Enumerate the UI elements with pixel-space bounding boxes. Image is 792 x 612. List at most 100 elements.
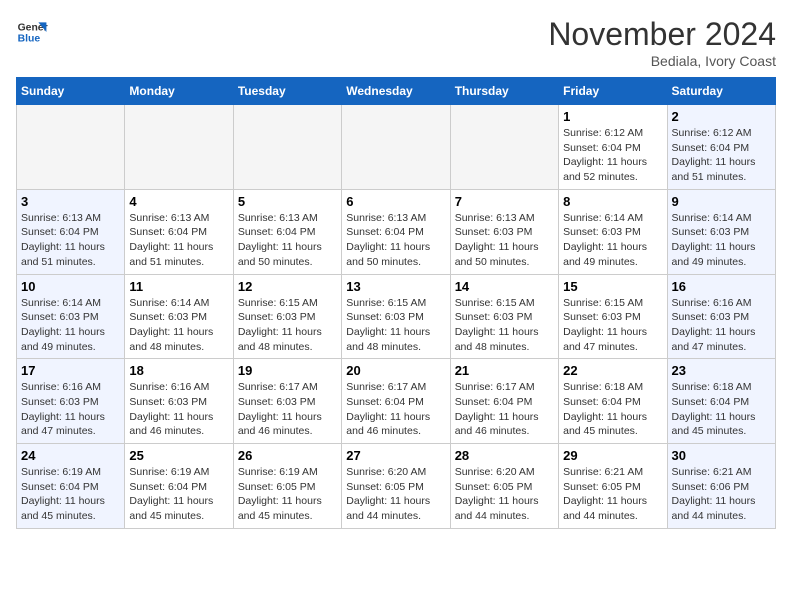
day-number: 20 <box>346 363 445 378</box>
calendar-cell: 25 Sunrise: 6:19 AMSunset: 6:04 PMDayligh… <box>125 444 233 529</box>
day-info: Sunrise: 6:16 AMSunset: 6:03 PMDaylight:… <box>21 380 120 439</box>
day-number: 7 <box>455 194 554 209</box>
calendar-cell <box>450 105 558 190</box>
day-number: 27 <box>346 448 445 463</box>
weekday-header-monday: Monday <box>125 78 233 105</box>
calendar-cell: 24 Sunrise: 6:19 AMSunset: 6:04 PMDayligh… <box>17 444 125 529</box>
day-info: Sunrise: 6:13 AMSunset: 6:04 PMDaylight:… <box>21 211 120 270</box>
day-number: 15 <box>563 279 662 294</box>
day-info: Sunrise: 6:21 AMSunset: 6:06 PMDaylight:… <box>672 465 771 524</box>
day-info: Sunrise: 6:13 AMSunset: 6:03 PMDaylight:… <box>455 211 554 270</box>
day-info: Sunrise: 6:20 AMSunset: 6:05 PMDaylight:… <box>455 465 554 524</box>
day-info: Sunrise: 6:17 AMSunset: 6:03 PMDaylight:… <box>238 380 337 439</box>
calendar-cell: 9 Sunrise: 6:14 AMSunset: 6:03 PMDaylight… <box>667 189 775 274</box>
calendar-week-4: 17 Sunrise: 6:16 AMSunset: 6:03 PMDayligh… <box>17 359 776 444</box>
day-info: Sunrise: 6:19 AMSunset: 6:04 PMDaylight:… <box>21 465 120 524</box>
day-info: Sunrise: 6:16 AMSunset: 6:03 PMDaylight:… <box>672 296 771 355</box>
calendar-cell: 7 Sunrise: 6:13 AMSunset: 6:03 PMDaylight… <box>450 189 558 274</box>
day-info: Sunrise: 6:18 AMSunset: 6:04 PMDaylight:… <box>563 380 662 439</box>
calendar-cell: 23 Sunrise: 6:18 AMSunset: 6:04 PMDayligh… <box>667 359 775 444</box>
day-info: Sunrise: 6:21 AMSunset: 6:05 PMDaylight:… <box>563 465 662 524</box>
calendar-cell: 27Sunrise: 6:20 AMSunset: 6:05 PMDayligh… <box>342 444 450 529</box>
calendar-cell: 5 Sunrise: 6:13 AMSunset: 6:04 PMDaylight… <box>233 189 341 274</box>
logo: General Blue <box>16 16 48 48</box>
calendar-cell: 10 Sunrise: 6:14 AMSunset: 6:03 PMDayligh… <box>17 274 125 359</box>
day-number: 16 <box>672 279 771 294</box>
calendar-cell: 17 Sunrise: 6:16 AMSunset: 6:03 PMDayligh… <box>17 359 125 444</box>
day-number: 25 <box>129 448 228 463</box>
calendar-cell: 12 Sunrise: 6:15 AMSunset: 6:03 PMDayligh… <box>233 274 341 359</box>
day-info: Sunrise: 6:15 AMSunset: 6:03 PMDaylight:… <box>238 296 337 355</box>
day-number: 14 <box>455 279 554 294</box>
day-number: 18 <box>129 363 228 378</box>
day-info: Sunrise: 6:19 AMSunset: 6:04 PMDaylight:… <box>129 465 228 524</box>
day-info: Sunrise: 6:14 AMSunset: 6:03 PMDaylight:… <box>672 211 771 270</box>
day-info: Sunrise: 6:15 AMSunset: 6:03 PMDaylight:… <box>563 296 662 355</box>
day-info: Sunrise: 6:12 AMSunset: 6:04 PMDaylight:… <box>563 126 662 185</box>
calendar-cell: 20Sunrise: 6:17 AMSunset: 6:04 PMDayligh… <box>342 359 450 444</box>
calendar-cell: 8 Sunrise: 6:14 AMSunset: 6:03 PMDaylight… <box>559 189 667 274</box>
weekday-header-friday: Friday <box>559 78 667 105</box>
calendar-week-3: 10 Sunrise: 6:14 AMSunset: 6:03 PMDayligh… <box>17 274 776 359</box>
day-number: 12 <box>238 279 337 294</box>
calendar-cell: 30 Sunrise: 6:21 AMSunset: 6:06 PMDayligh… <box>667 444 775 529</box>
weekday-header-row: SundayMondayTuesdayWednesdayThursdayFrid… <box>17 78 776 105</box>
day-number: 9 <box>672 194 771 209</box>
day-info: Sunrise: 6:13 AMSunset: 6:04 PMDaylight:… <box>346 211 445 270</box>
day-info: Sunrise: 6:15 AMSunset: 6:03 PMDaylight:… <box>455 296 554 355</box>
location-subtitle: Bediala, Ivory Coast <box>548 53 776 69</box>
calendar-cell: 1 Sunrise: 6:12 AMSunset: 6:04 PMDaylight… <box>559 105 667 190</box>
calendar-cell: 21 Sunrise: 6:17 AMSunset: 6:04 PMDayligh… <box>450 359 558 444</box>
calendar-cell: 26 Sunrise: 6:19 AMSunset: 6:05 PMDayligh… <box>233 444 341 529</box>
day-number: 5 <box>238 194 337 209</box>
calendar-cell: 11Sunrise: 6:14 AMSunset: 6:03 PMDayligh… <box>125 274 233 359</box>
logo-icon: General Blue <box>16 16 48 48</box>
weekday-header-tuesday: Tuesday <box>233 78 341 105</box>
calendar-cell <box>342 105 450 190</box>
day-info: Sunrise: 6:17 AMSunset: 6:04 PMDaylight:… <box>455 380 554 439</box>
day-number: 2 <box>672 109 771 124</box>
title-block: November 2024 Bediala, Ivory Coast <box>548 16 776 69</box>
calendar-cell: 13Sunrise: 6:15 AMSunset: 6:03 PMDayligh… <box>342 274 450 359</box>
day-number: 4 <box>129 194 228 209</box>
calendar-week-2: 3Sunrise: 6:13 AMSunset: 6:04 PMDaylight… <box>17 189 776 274</box>
day-number: 10 <box>21 279 120 294</box>
day-number: 26 <box>238 448 337 463</box>
calendar-cell: 14 Sunrise: 6:15 AMSunset: 6:03 PMDayligh… <box>450 274 558 359</box>
calendar-cell: 15 Sunrise: 6:15 AMSunset: 6:03 PMDayligh… <box>559 274 667 359</box>
day-number: 21 <box>455 363 554 378</box>
day-info: Sunrise: 6:13 AMSunset: 6:04 PMDaylight:… <box>238 211 337 270</box>
day-number: 1 <box>563 109 662 124</box>
day-number: 23 <box>672 363 771 378</box>
day-number: 29 <box>563 448 662 463</box>
day-number: 17 <box>21 363 120 378</box>
calendar-cell: 6 Sunrise: 6:13 AMSunset: 6:04 PMDaylight… <box>342 189 450 274</box>
weekday-header-saturday: Saturday <box>667 78 775 105</box>
day-info: Sunrise: 6:12 AMSunset: 6:04 PMDaylight:… <box>672 126 771 185</box>
calendar-cell: 4 Sunrise: 6:13 AMSunset: 6:04 PMDaylight… <box>125 189 233 274</box>
calendar-week-1: 1 Sunrise: 6:12 AMSunset: 6:04 PMDaylight… <box>17 105 776 190</box>
day-info: Sunrise: 6:14 AMSunset: 6:03 PMDaylight:… <box>563 211 662 270</box>
page-header: General Blue November 2024 Bediala, Ivor… <box>16 16 776 69</box>
day-info: Sunrise: 6:18 AMSunset: 6:04 PMDaylight:… <box>672 380 771 439</box>
day-number: 24 <box>21 448 120 463</box>
day-info: Sunrise: 6:15 AMSunset: 6:03 PMDaylight:… <box>346 296 445 355</box>
day-number: 22 <box>563 363 662 378</box>
day-number: 8 <box>563 194 662 209</box>
day-number: 19 <box>238 363 337 378</box>
calendar-cell: 28Sunrise: 6:20 AMSunset: 6:05 PMDayligh… <box>450 444 558 529</box>
day-info: Sunrise: 6:14 AMSunset: 6:03 PMDaylight:… <box>129 296 228 355</box>
calendar-cell: 3Sunrise: 6:13 AMSunset: 6:04 PMDaylight… <box>17 189 125 274</box>
day-info: Sunrise: 6:13 AMSunset: 6:04 PMDaylight:… <box>129 211 228 270</box>
calendar-cell <box>233 105 341 190</box>
day-info: Sunrise: 6:19 AMSunset: 6:05 PMDaylight:… <box>238 465 337 524</box>
weekday-header-sunday: Sunday <box>17 78 125 105</box>
day-number: 30 <box>672 448 771 463</box>
calendar-table: SundayMondayTuesdayWednesdayThursdayFrid… <box>16 77 776 529</box>
svg-text:Blue: Blue <box>18 34 41 45</box>
day-info: Sunrise: 6:14 AMSunset: 6:03 PMDaylight:… <box>21 296 120 355</box>
calendar-cell: 18Sunrise: 6:16 AMSunset: 6:03 PMDayligh… <box>125 359 233 444</box>
day-number: 6 <box>346 194 445 209</box>
calendar-cell: 22 Sunrise: 6:18 AMSunset: 6:04 PMDayligh… <box>559 359 667 444</box>
weekday-header-thursday: Thursday <box>450 78 558 105</box>
